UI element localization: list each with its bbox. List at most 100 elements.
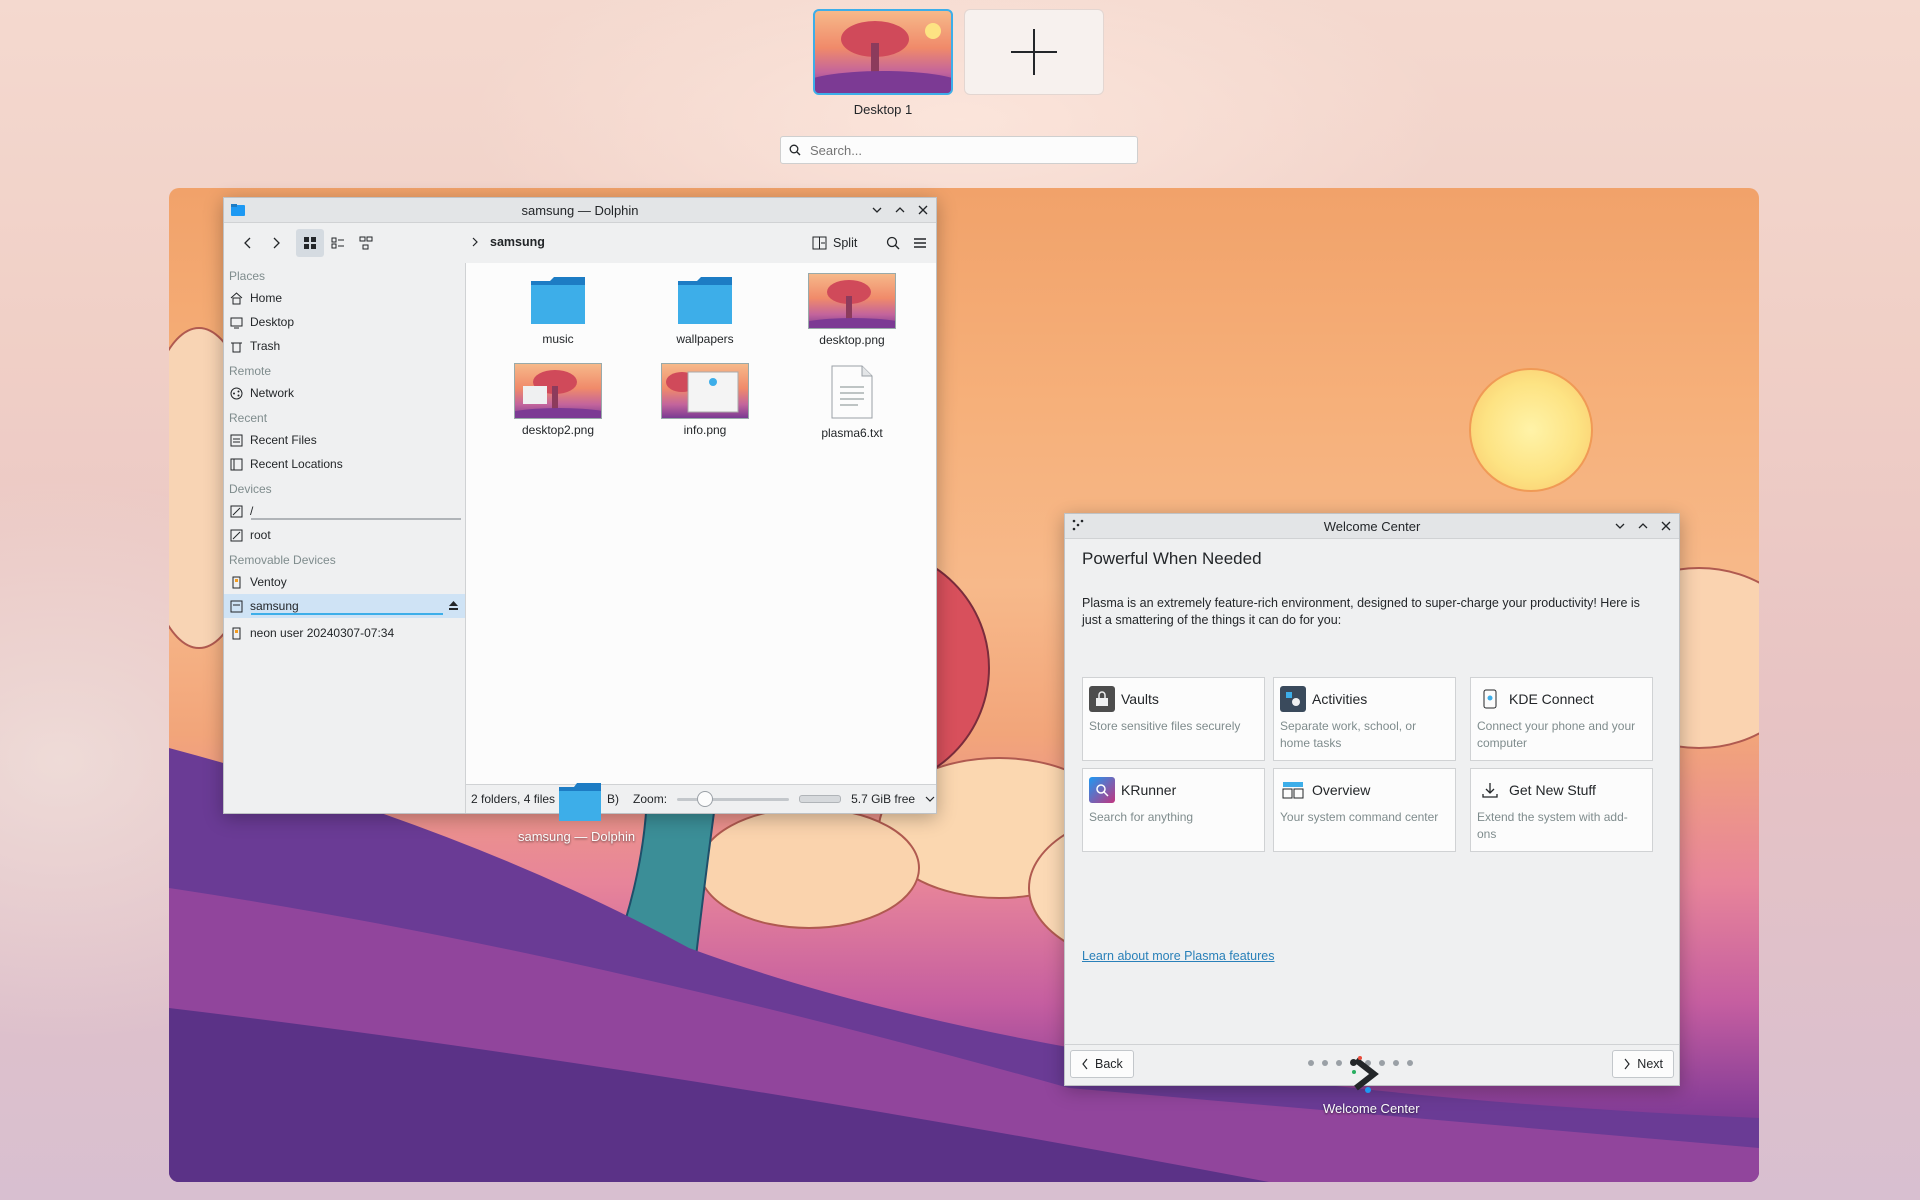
close-button[interactable]	[913, 200, 932, 219]
welcome-center-window[interactable]: Welcome Center Powerful When Needed Plas…	[1064, 513, 1680, 1086]
eject-icon[interactable]	[448, 600, 459, 614]
forward-button[interactable]	[262, 229, 290, 257]
card-title: Vaults	[1121, 691, 1159, 707]
sidebar-item-desktop[interactable]: Desktop	[224, 310, 465, 334]
sidebar-item-label: samsung	[250, 599, 299, 613]
desktop-icon	[229, 315, 243, 329]
places-header: Places	[229, 269, 266, 283]
sidebar-item-label: /	[250, 504, 254, 518]
usage-bar	[251, 613, 443, 615]
dolphin-statusbar: 2 folders, 4 files B) Zoom: 5.7 GiB free	[466, 784, 936, 813]
compact-view-button[interactable]	[352, 229, 380, 257]
icons-view-button[interactable]	[296, 229, 324, 257]
page-dot[interactable]	[1393, 1059, 1399, 1066]
breadcrumb-current[interactable]: samsung	[490, 235, 545, 249]
maximize-button[interactable]	[1633, 516, 1652, 535]
sidebar-item-root[interactable]: root	[224, 523, 465, 547]
feature-card-krunner[interactable]: KRunner Search for anything	[1082, 768, 1265, 852]
hamburger-menu-button[interactable]	[906, 229, 934, 257]
card-title: KDE Connect	[1509, 691, 1594, 707]
dolphin-window-caption[interactable]: samsung — Dolphin	[518, 829, 635, 844]
search-input[interactable]	[808, 141, 1132, 159]
chevron-left-icon	[1082, 1058, 1088, 1070]
learn-more-link[interactable]: Learn about more Plasma features	[1082, 949, 1274, 963]
split-button[interactable]: Split	[812, 231, 857, 255]
status-summary: 2 folders, 4 files	[471, 792, 556, 806]
back-button[interactable]: Back	[1070, 1050, 1134, 1078]
recent-files-icon	[229, 433, 243, 447]
file-name: wallpapers	[676, 332, 734, 346]
usb-drive-icon	[229, 575, 243, 589]
dolphin-app-icon	[230, 202, 246, 221]
page-dot[interactable]	[1308, 1059, 1314, 1066]
file-item[interactable]: desktop.png	[782, 273, 922, 347]
activities-icon	[1280, 686, 1306, 712]
split-view-icon	[812, 236, 827, 250]
file-item[interactable]: music	[488, 275, 628, 346]
dolphin-titlebar[interactable]: samsung — Dolphin	[224, 198, 936, 223]
card-description: Connect your phone and your computer	[1477, 719, 1636, 750]
zoom-slider[interactable]	[677, 791, 790, 807]
back-button[interactable]	[234, 229, 262, 257]
file-name: plasma6.txt	[821, 426, 883, 440]
remote-header: Remote	[229, 364, 272, 378]
sidebar-item-home[interactable]: Home	[224, 286, 465, 310]
zoom-slider-handle[interactable]	[697, 791, 714, 807]
file-view[interactable]: music wallpapers desktop.png desktop2.pn…	[466, 263, 936, 785]
desktop-1-thumbnail[interactable]	[813, 9, 953, 95]
search-icon	[886, 236, 900, 250]
feature-card-activities[interactable]: Activities Separate work, school, or hom…	[1273, 677, 1456, 761]
split-label: Split	[833, 236, 858, 250]
breadcrumb[interactable]: samsung	[470, 235, 545, 249]
chevron-down-icon[interactable]	[925, 795, 935, 803]
drive-icon	[229, 528, 243, 542]
card-description: Extend the system with add-ons	[1477, 810, 1628, 841]
sidebar-item-label: Desktop	[250, 315, 295, 329]
devices-header: Devices	[229, 482, 272, 496]
file-item[interactable]: info.png	[635, 363, 775, 437]
card-title: Activities	[1312, 691, 1368, 707]
welcome-center-window-icon	[1348, 1054, 1388, 1097]
sidebar-item-network[interactable]: Network	[224, 381, 465, 405]
page-dot[interactable]	[1322, 1059, 1328, 1066]
page-dot[interactable]	[1336, 1059, 1342, 1066]
overview-search[interactable]	[780, 136, 1138, 164]
grid-view-icon	[304, 237, 316, 249]
sidebar-item-samsung[interactable]: samsung	[224, 594, 465, 618]
sidebar-item-recent-files[interactable]: Recent Files	[224, 428, 465, 452]
places-panel: Places Home Desktop Trash Remote Network…	[224, 263, 466, 813]
add-desktop-button[interactable]	[964, 9, 1104, 95]
search-button[interactable]	[879, 229, 907, 257]
file-item[interactable]: wallpapers	[635, 275, 775, 346]
dolphin-window[interactable]: samsung — Dolphin samsung Split Places H…	[223, 197, 937, 814]
minimize-button[interactable]	[867, 200, 886, 219]
file-item[interactable]: plasma6.txt	[782, 365, 922, 440]
close-button[interactable]	[1656, 516, 1675, 535]
feature-card-overview[interactable]: Overview Your system command center	[1273, 768, 1456, 852]
drive-icon	[229, 504, 243, 518]
welcome-center-caption[interactable]: Welcome Center	[1323, 1101, 1420, 1116]
sidebar-item-root-partition[interactable]: /	[224, 499, 465, 523]
network-icon	[229, 386, 243, 400]
minimize-button[interactable]	[1610, 516, 1629, 535]
welcome-titlebar[interactable]: Welcome Center	[1065, 514, 1679, 539]
sidebar-item-recent-locations[interactable]: Recent Locations	[224, 452, 465, 476]
next-label: Next	[1637, 1057, 1663, 1071]
file-item[interactable]: desktop2.png	[488, 363, 628, 437]
card-description: Search for anything	[1089, 810, 1194, 824]
sidebar-item-ventoy[interactable]: Ventoy	[224, 570, 465, 594]
feature-card-kde-connect[interactable]: KDE Connect Connect your phone and your …	[1470, 677, 1653, 761]
free-space-label: 5.7 GiB free	[851, 792, 916, 806]
dolphin-window-icon	[558, 782, 602, 825]
desktop-thumbnail-wallpaper	[815, 21, 951, 93]
sidebar-item-trash[interactable]: Trash	[224, 334, 465, 358]
page-dot[interactable]	[1407, 1059, 1413, 1066]
feature-card-get-new-stuff[interactable]: Get New Stuff Extend the system with add…	[1470, 768, 1653, 852]
details-view-button[interactable]	[324, 229, 352, 257]
arrow-left-icon	[244, 237, 251, 249]
feature-card-vaults[interactable]: Vaults Store sensitive files securely	[1082, 677, 1265, 761]
next-button[interactable]: Next	[1612, 1050, 1674, 1078]
maximize-button[interactable]	[890, 200, 909, 219]
sidebar-item-neon-user[interactable]: neon user 20240307-07:34	[224, 621, 465, 645]
card-description: Your system command center	[1280, 810, 1439, 824]
